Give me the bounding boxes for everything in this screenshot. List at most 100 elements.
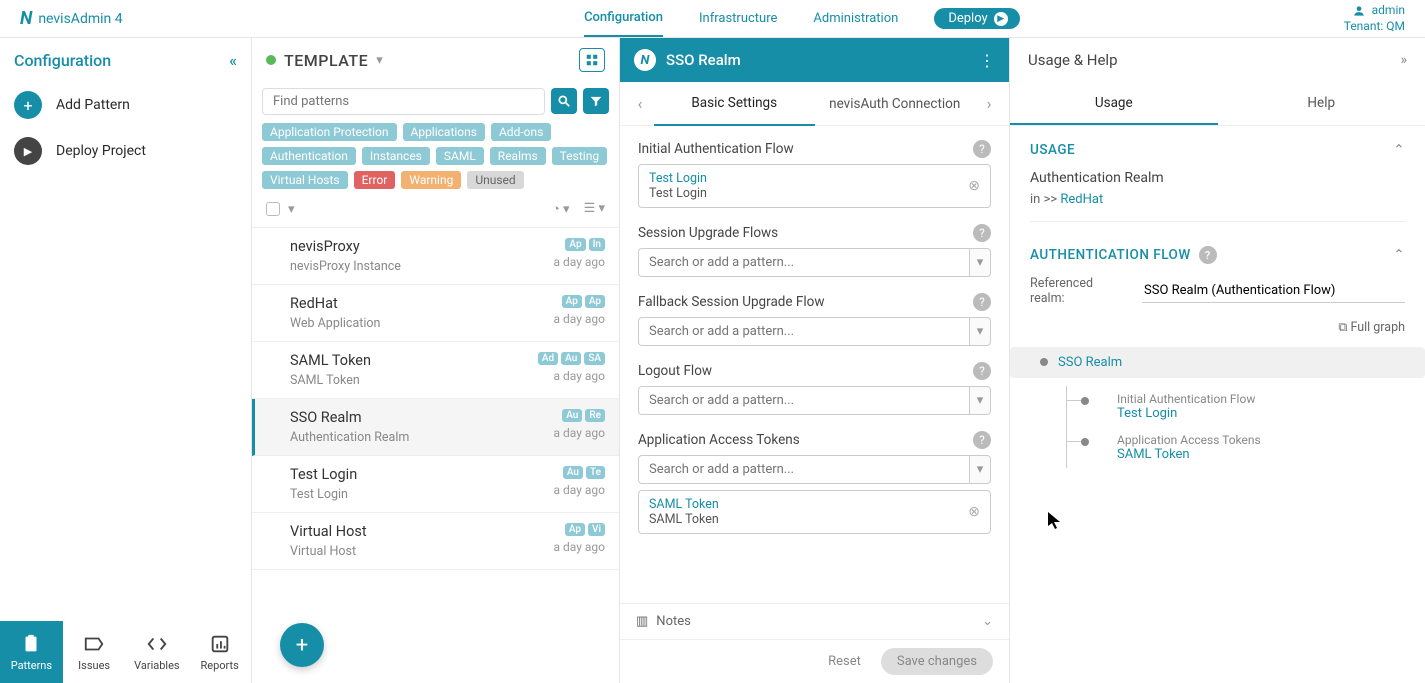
chevron-down-icon[interactable]: ▾ (376, 53, 383, 68)
logout-input[interactable] (638, 386, 969, 415)
reset-button[interactable]: Reset (828, 654, 861, 669)
sort-button[interactable]: ◔ ▾ (552, 201, 570, 217)
pattern-item[interactable]: Test Login Test Login AuTea day ago (252, 456, 619, 513)
pattern-badge: Au (561, 352, 581, 365)
tag-applications[interactable]: Applications (403, 123, 485, 141)
grid-icon (585, 53, 599, 67)
select-all-checkbox[interactable] (266, 202, 280, 216)
pattern-badge: In (589, 238, 605, 251)
pattern-badge: Ap (585, 295, 605, 308)
more-menu-button[interactable]: ⋮ (979, 51, 995, 70)
bottom-tab-issues[interactable]: Issues (63, 621, 126, 683)
tree-child-link[interactable]: SAML Token (1117, 447, 1190, 462)
realm-type: Authentication Realm (1030, 170, 1405, 186)
ref-realm-input[interactable] (1142, 279, 1405, 303)
tab-help[interactable]: Help (1218, 82, 1425, 125)
view-button[interactable]: ☰ ▾ (584, 201, 605, 217)
tree-node[interactable]: Application Access Tokens SAML Token (1067, 427, 1405, 468)
notes-toggle[interactable]: ▥ Notes ⌄ (620, 603, 1009, 639)
nav-administration[interactable]: Administration (813, 1, 898, 36)
chevron-down-icon[interactable]: ▾ (288, 202, 295, 217)
help-icon[interactable]: ? (973, 224, 991, 242)
pattern-item[interactable]: SAML Token SAML Token AdAuSAa day ago (252, 342, 619, 399)
tree-child-link[interactable]: Test Login (1117, 406, 1177, 421)
tab-nevisauth[interactable]: nevisAuth Connection (815, 83, 976, 125)
tree-node-root[interactable]: SSO Realm (1010, 347, 1425, 378)
add-pattern-label: Add Pattern (56, 97, 130, 113)
dropdown-button[interactable]: ▾ (969, 317, 991, 346)
save-button[interactable]: Save changes (881, 648, 993, 675)
app-logo: N nevisAdmin 4 (20, 8, 260, 29)
tag-error[interactable]: Error (354, 171, 396, 189)
tag-addons[interactable]: Add-ons (491, 123, 551, 141)
add-fab-button[interactable]: + (280, 623, 324, 667)
tab-next-button[interactable]: › (975, 94, 1003, 113)
tokens-reference[interactable]: SAML TokenSAML Token ⊗ (638, 490, 991, 534)
pattern-item[interactable]: Virtual Host Virtual Host ApVia day ago (252, 513, 619, 570)
help-icon[interactable]: ? (973, 431, 991, 449)
pattern-badge: Te (586, 466, 605, 479)
user-icon (1352, 4, 1366, 18)
help-icon[interactable]: ? (1199, 246, 1217, 264)
search-button[interactable] (551, 88, 577, 114)
pattern-time: a day ago (554, 540, 605, 554)
remove-ref-icon[interactable]: ⊗ (968, 504, 980, 520)
pattern-item[interactable]: RedHat Web Application ApApa day ago (252, 285, 619, 342)
tag-unused[interactable]: Unused (467, 171, 523, 189)
remove-ref-icon[interactable]: ⊗ (968, 178, 980, 194)
tree-node[interactable]: Initial Authentication Flow Test Login (1067, 386, 1405, 427)
tag-realms[interactable]: Realms (490, 147, 546, 165)
nav-configuration[interactable]: Configuration (584, 0, 663, 37)
pattern-item[interactable]: SSO Realm Authentication Realm AuRea day… (252, 399, 619, 456)
tag-instances[interactable]: Instances (362, 147, 430, 165)
find-patterns-input[interactable] (262, 88, 545, 115)
help-icon[interactable]: ? (973, 362, 991, 380)
help-icon[interactable]: ? (973, 140, 991, 158)
dropdown-button[interactable]: ▾ (969, 248, 991, 277)
field-label: Fallback Session Upgrade Flow (638, 294, 825, 310)
full-graph-link[interactable]: ⧉ Full graph (1030, 320, 1405, 335)
usage-link-redhat[interactable]: RedHat (1060, 192, 1103, 207)
tag-saml[interactable]: SAML (436, 147, 484, 165)
tag-application-protection[interactable]: Application Protection (262, 123, 397, 141)
ref-link[interactable]: SAML Token (649, 497, 719, 512)
fallback-input[interactable] (638, 317, 969, 346)
dropdown-button[interactable]: ▾ (969, 455, 991, 484)
grid-view-button[interactable] (579, 48, 605, 72)
expand-help-icon[interactable]: » (1400, 52, 1407, 68)
pattern-badge: SA (584, 352, 605, 365)
session-upgrade-input[interactable] (638, 248, 969, 277)
field-label: Session Upgrade Flows (638, 225, 778, 241)
collapse-sidebar-icon[interactable]: « (229, 51, 237, 70)
tokens-input[interactable] (638, 455, 969, 484)
field-label: Application Access Tokens (638, 432, 800, 448)
user-name: admin (1372, 3, 1405, 19)
tab-basic-settings[interactable]: Basic Settings (654, 82, 815, 126)
deploy-button[interactable]: Deploy ▶ (934, 8, 1019, 29)
chevron-up-icon[interactable]: ⌃ (1393, 247, 1405, 263)
deploy-project-button[interactable]: ▶ Deploy Project (0, 128, 251, 174)
template-title[interactable]: TEMPLATE (284, 51, 368, 70)
chevron-up-icon[interactable]: ⌃ (1393, 142, 1405, 158)
tag-warning[interactable]: Warning (401, 171, 461, 189)
tag-testing[interactable]: Testing (552, 147, 607, 165)
user-info[interactable]: admin Tenant: QM (1344, 3, 1405, 34)
add-pattern-button[interactable]: + Add Pattern (0, 82, 251, 128)
help-icon[interactable]: ? (973, 293, 991, 311)
tag-virtual-hosts[interactable]: Virtual Hosts (262, 171, 348, 189)
tree-root-link[interactable]: SSO Realm (1058, 355, 1122, 370)
init-auth-reference[interactable]: Test LoginTest Login ⊗ (638, 164, 991, 208)
pattern-time: a day ago (554, 426, 605, 440)
tag-authentication[interactable]: Authentication (262, 147, 356, 165)
dropdown-button[interactable]: ▾ (969, 386, 991, 415)
bottom-tab-variables[interactable]: Variables (126, 621, 189, 683)
tab-prev-button[interactable]: ‹ (626, 94, 654, 113)
ref-link[interactable]: Test Login (649, 171, 707, 186)
filter-button[interactable] (583, 88, 609, 114)
bottom-tab-reports[interactable]: Reports (188, 621, 251, 683)
pattern-time: a day ago (554, 312, 605, 326)
nav-infrastructure[interactable]: Infrastructure (699, 1, 777, 36)
bottom-tab-patterns[interactable]: Patterns (0, 621, 63, 683)
pattern-item[interactable]: nevisProxy nevisProxy Instance ApIna day… (252, 228, 619, 285)
tab-usage[interactable]: Usage (1010, 82, 1218, 125)
